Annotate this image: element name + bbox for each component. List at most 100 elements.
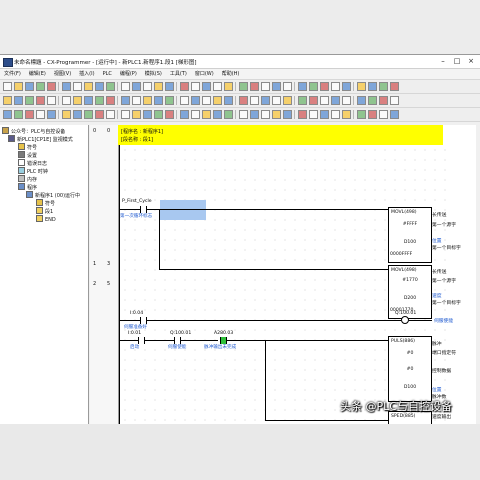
toolbar-button[interactable] (121, 96, 130, 105)
toolbar-button[interactable] (14, 82, 23, 91)
menu-window[interactable]: 窗口(W) (191, 69, 218, 79)
maximize-button[interactable]: □ (450, 56, 464, 66)
toolbar-button[interactable] (84, 110, 93, 119)
toolbar-button[interactable] (191, 96, 200, 105)
toolbar-button[interactable] (309, 82, 318, 91)
toolbar-button[interactable] (25, 82, 34, 91)
toolbar-button[interactable] (154, 110, 163, 119)
toolbar-button[interactable] (331, 110, 340, 119)
toolbar-button[interactable] (73, 110, 82, 119)
toolbar-button[interactable] (357, 110, 366, 119)
toolbar-button[interactable] (331, 96, 340, 105)
toolbar-button[interactable] (272, 96, 281, 105)
toolbar-button[interactable] (191, 82, 200, 91)
toolbar-button[interactable] (14, 110, 23, 119)
toolbar-button[interactable] (165, 96, 174, 105)
toolbar-button[interactable] (47, 110, 56, 119)
toolbar-button[interactable] (272, 82, 281, 91)
toolbar-button[interactable] (73, 96, 82, 105)
menu-simulate[interactable]: 模拟(S) (141, 69, 166, 79)
toolbar-button[interactable] (239, 82, 248, 91)
toolbar-button[interactable] (180, 82, 189, 91)
toolbar-button[interactable] (283, 82, 292, 91)
toolbar-button[interactable] (368, 110, 377, 119)
toolbar-button[interactable] (342, 96, 351, 105)
toolbar-button[interactable] (3, 96, 12, 105)
menu-help[interactable]: 帮助(H) (218, 69, 244, 79)
toolbar-button[interactable] (250, 82, 259, 91)
toolbar-button[interactable] (47, 82, 56, 91)
toolbar-button[interactable] (191, 110, 200, 119)
menu-view[interactable]: 视图(V) (50, 69, 75, 79)
toolbar-button[interactable] (106, 82, 115, 91)
toolbar-button[interactable] (84, 82, 93, 91)
toolbar-button[interactable] (390, 110, 399, 119)
menu-file[interactable]: 文件(F) (0, 69, 25, 79)
toolbar-button[interactable] (261, 96, 270, 105)
toolbar-button[interactable] (36, 82, 45, 91)
toolbar-button[interactable] (36, 96, 45, 105)
toolbar-button[interactable] (62, 82, 71, 91)
toolbar-button[interactable] (213, 96, 222, 105)
toolbar-button[interactable] (390, 82, 399, 91)
toolbar-button[interactable] (213, 82, 222, 91)
toolbar-button[interactable] (320, 110, 329, 119)
menu-tools[interactable]: 工具(T) (166, 69, 191, 79)
toolbar-button[interactable] (239, 96, 248, 105)
toolbar-button[interactable] (121, 82, 130, 91)
tree-item-end[interactable]: END (36, 215, 56, 224)
toolbar-button[interactable] (62, 110, 71, 119)
toolbar-button[interactable] (250, 96, 259, 105)
toolbar-button[interactable] (165, 110, 174, 119)
toolbar-button[interactable] (3, 110, 12, 119)
menu-insert[interactable]: 插入(I) (75, 69, 98, 79)
toolbar-button[interactable] (132, 110, 141, 119)
menu-edit[interactable]: 编辑(E) (25, 69, 50, 79)
toolbar-button[interactable] (95, 110, 104, 119)
menu-plc[interactable]: PLC (99, 69, 116, 79)
puls-instruction[interactable]: PULS(886) #0 #0 D100 (388, 336, 432, 402)
toolbar-button[interactable] (25, 110, 34, 119)
toolbar-button[interactable] (121, 110, 130, 119)
toolbar-button[interactable] (180, 110, 189, 119)
toolbar-button[interactable] (261, 110, 270, 119)
toolbar-button[interactable] (298, 96, 307, 105)
toolbar-button[interactable] (298, 110, 307, 119)
toolbar-button[interactable] (357, 96, 366, 105)
toolbar-button[interactable] (213, 110, 222, 119)
toolbar-button[interactable] (342, 110, 351, 119)
toolbar-button[interactable] (95, 82, 104, 91)
ladder-editor[interactable]: 0 0 1 3 2 5 [程序名 : 新程序1] [段名称 : 段1] P_Fi… (90, 125, 476, 426)
toolbar-button[interactable] (180, 96, 189, 105)
toolbar-button[interactable] (36, 110, 45, 119)
toolbar-button[interactable] (62, 96, 71, 105)
toolbar-button[interactable] (143, 82, 152, 91)
movl-instruction-1[interactable]: MOVL(498) #FFFF D100 0000FFFF (388, 207, 432, 263)
toolbar-button[interactable] (309, 110, 318, 119)
toolbar-button[interactable] (154, 82, 163, 91)
toolbar-button[interactable] (14, 96, 23, 105)
toolbar-button[interactable] (95, 96, 104, 105)
toolbar-button[interactable] (342, 82, 351, 91)
toolbar-button[interactable] (309, 96, 318, 105)
close-button[interactable]: × (464, 56, 478, 66)
toolbar-button[interactable] (261, 82, 270, 91)
toolbar-button[interactable] (84, 96, 93, 105)
toolbar-button[interactable] (132, 96, 141, 105)
toolbar-button[interactable] (250, 110, 259, 119)
toolbar-button[interactable] (320, 96, 329, 105)
toolbar-button[interactable] (25, 96, 34, 105)
toolbar-button[interactable] (379, 82, 388, 91)
coil-servo-enable[interactable] (401, 316, 409, 324)
toolbar-button[interactable] (132, 82, 141, 91)
toolbar-button[interactable] (331, 82, 340, 91)
toolbar-button[interactable] (283, 110, 292, 119)
minimize-button[interactable]: – (436, 56, 450, 66)
toolbar-button[interactable] (239, 110, 248, 119)
toolbar-button[interactable] (390, 96, 399, 105)
toolbar-button[interactable] (73, 82, 82, 91)
toolbar-button[interactable] (106, 96, 115, 105)
toolbar-button[interactable] (106, 110, 115, 119)
toolbar-button[interactable] (224, 110, 233, 119)
toolbar-button[interactable] (379, 110, 388, 119)
